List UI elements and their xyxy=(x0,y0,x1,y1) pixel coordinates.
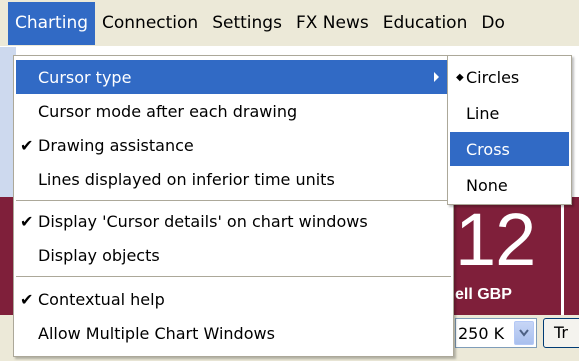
sell-gbp-label[interactable]: ell GBP xyxy=(455,286,512,304)
submenu-arrow-icon xyxy=(434,72,439,82)
menu-do[interactable]: Do xyxy=(474,2,512,45)
submenu-item-circles[interactable]: ◆ Circles xyxy=(450,60,569,94)
menu-item-label: Drawing assistance xyxy=(38,135,194,155)
submenu-item-label: Line xyxy=(466,103,500,123)
trade-button[interactable]: Tr xyxy=(543,318,579,348)
menu-item-label: Display 'Cursor details' on chart window… xyxy=(38,211,368,231)
panel-divider xyxy=(561,197,564,315)
menu-settings[interactable]: Settings xyxy=(205,2,289,45)
cursor-type-submenu: ◆ Circles Line Cross None xyxy=(447,55,572,205)
submenu-item-line[interactable]: Line xyxy=(450,96,569,130)
chevron-down-icon[interactable] xyxy=(514,321,534,345)
menu-connection[interactable]: Connection xyxy=(95,2,205,45)
menu-item-label: Display objects xyxy=(38,245,160,265)
price-digits: 12 xyxy=(455,198,536,281)
checkmark-icon: ✔ xyxy=(20,289,34,309)
menu-item-label: Allow Multiple Chart Windows xyxy=(38,323,275,343)
menu-item-lines-inferior[interactable]: Lines displayed on inferior time units xyxy=(16,162,451,196)
bullet-icon: ◆ xyxy=(456,71,464,83)
amount-value: 250 K xyxy=(458,323,505,343)
checkmark-icon: ✔ xyxy=(20,135,34,155)
menu-separator xyxy=(16,200,451,201)
checkmark-icon: ✔ xyxy=(20,211,34,231)
menu-item-multiple-chart-windows[interactable]: Allow Multiple Chart Windows xyxy=(16,316,451,350)
menu-charting[interactable]: Charting xyxy=(8,1,96,45)
menu-item-cursor-details[interactable]: ✔ Display 'Cursor details' on chart wind… xyxy=(16,204,451,238)
submenu-item-label: Cross xyxy=(466,139,510,159)
menu-bar: Charting Connection Settings FX News Edu… xyxy=(0,0,579,47)
menu-separator xyxy=(16,276,451,277)
menu-item-label: Lines displayed on inferior time units xyxy=(38,169,335,189)
submenu-item-label: Circles xyxy=(466,67,520,87)
menu-item-label: Cursor mode after each drawing xyxy=(38,101,298,121)
menu-item-label: Cursor type xyxy=(38,67,132,87)
charting-menu: Cursor type Cursor mode after each drawi… xyxy=(13,55,454,357)
submenu-item-label: None xyxy=(466,175,508,195)
menu-item-cursor-mode[interactable]: Cursor mode after each drawing xyxy=(16,94,451,128)
submenu-item-cross[interactable]: Cross xyxy=(450,132,569,166)
menu-item-contextual-help[interactable]: ✔ Contextual help xyxy=(16,282,451,316)
submenu-item-none[interactable]: None xyxy=(450,168,569,202)
menu-item-drawing-assistance[interactable]: ✔ Drawing assistance xyxy=(16,128,451,162)
menu-item-cursor-type[interactable]: Cursor type xyxy=(16,60,451,94)
amount-select[interactable]: 250 K xyxy=(455,318,537,348)
menu-item-label: Contextual help xyxy=(38,289,165,309)
menu-education[interactable]: Education xyxy=(376,2,475,45)
menu-fx-news[interactable]: FX News xyxy=(289,2,376,45)
menu-item-display-objects[interactable]: Display objects xyxy=(16,238,451,272)
